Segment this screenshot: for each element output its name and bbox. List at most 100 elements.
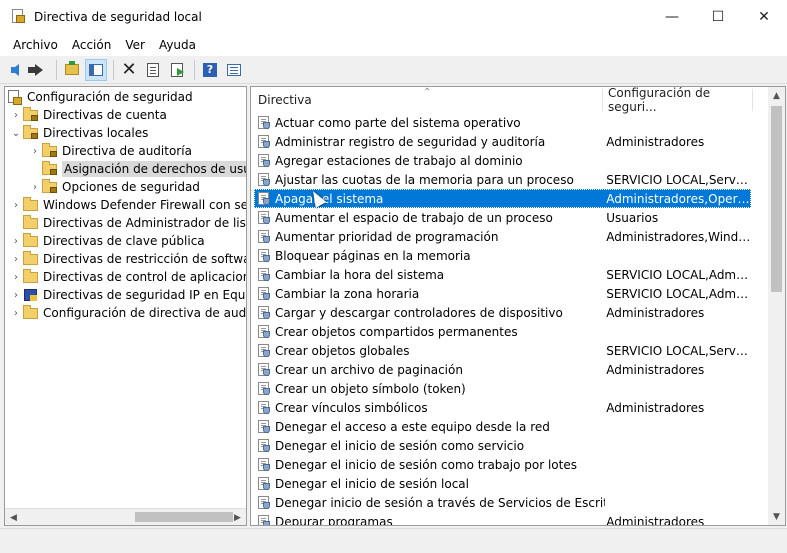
folder-icon	[23, 251, 39, 266]
policy-icon	[258, 134, 271, 149]
policy-row[interactable]: Aumentar prioridad de programación Admini…	[254, 227, 751, 246]
policy-row[interactable]: Cambiar la zona horaria SERVICIO LOCAL,Ad…	[254, 284, 751, 303]
tree-item-directivas-cuenta[interactable]: › Directivas de cuenta	[9, 106, 167, 124]
chevron-down-icon[interactable]: ⌄	[9, 128, 23, 139]
chevron-right-icon[interactable]: ›	[9, 200, 23, 211]
chevron-right-icon[interactable]: ›	[28, 182, 42, 193]
chevron-right-icon[interactable]: ›	[9, 254, 23, 265]
tree-item-control-aplicaciones[interactable]: › Directivas de control de aplicaciones	[9, 268, 246, 286]
policy-icon	[258, 153, 271, 168]
up-folder-icon	[65, 61, 79, 75]
policy-row[interactable]: Actuar como parte del sistema operativo	[254, 113, 751, 132]
chevron-right-icon[interactable]: ›	[9, 236, 23, 247]
show-hide-tree-button[interactable]	[85, 58, 107, 81]
policy-name: Crear un objeto símbolo (token)	[275, 381, 466, 396]
delete-button[interactable]: ✕	[118, 59, 140, 81]
tree-item-directiva-auditoria[interactable]: › Directiva de auditoría	[28, 142, 192, 160]
tree-item-auditoria-avanzada[interactable]: › Configuración de directiva de auditorí…	[9, 304, 246, 322]
column-divider[interactable]	[752, 89, 753, 111]
policy-icon	[258, 324, 271, 339]
tree-item-configuracion-seguridad[interactable]: Configuración de seguridad	[7, 88, 193, 106]
policy-name: Ajustar las cuotas de la memoria para un…	[275, 172, 574, 187]
tree-item-asignacion-derechos[interactable]: Asignación de derechos de usuario	[28, 160, 246, 178]
help-button[interactable]: ?	[199, 59, 221, 81]
folder-icon	[23, 269, 39, 284]
tree-item-windows-defender-firewall[interactable]: › Windows Defender Firewall con segurida…	[9, 196, 246, 214]
policy-row[interactable]: Crear un objeto símbolo (token)	[254, 379, 751, 398]
menu-archivo[interactable]: Archivo	[6, 34, 65, 56]
column-divider[interactable]	[602, 89, 603, 111]
policy-row[interactable]: Denegar inicio de sesión a través de Ser…	[254, 493, 751, 512]
security-settings-icon	[7, 90, 23, 105]
policy-row[interactable]: Administrar registro de seguridad y audi…	[254, 132, 751, 151]
forward-button[interactable]	[28, 59, 50, 81]
tree-item-opciones-seguridad[interactable]: › Opciones de seguridad	[28, 178, 200, 196]
policy-row[interactable]: Bloquear páginas en la memoria	[254, 246, 751, 265]
policy-row[interactable]: Depurar programas Administradores	[254, 512, 751, 525]
tree-item-directivas-locales[interactable]: ⌄ Directivas locales	[9, 124, 148, 142]
policy-row[interactable]: Aumentar el espacio de trabajo de un pro…	[254, 208, 751, 227]
help-icon: ?	[203, 62, 217, 77]
tree-item-restriccion-software[interactable]: › Directivas de restricción de software	[9, 250, 246, 268]
chevron-right-icon[interactable]: ›	[28, 146, 42, 157]
policy-row[interactable]: Agregar estaciones de trabajo al dominio	[254, 151, 751, 170]
chevron-right-icon[interactable]: ›	[9, 272, 23, 283]
tree-horizontal-scrollbar[interactable]: ◀ ▶	[5, 508, 246, 525]
column-header-configuracion[interactable]: Configuración de seguri...	[608, 87, 758, 114]
policy-row[interactable]: Crear objetos compartidos permanentes	[254, 322, 751, 341]
scroll-down-icon[interactable]: ▼	[768, 508, 785, 525]
menu-ver[interactable]: Ver	[118, 34, 152, 56]
policy-name: Crear objetos globales	[275, 343, 410, 358]
tree-item-administrador-listas-redes[interactable]: Directivas de Administrador de listas de…	[9, 214, 246, 232]
menu-accion[interactable]: Acción	[65, 34, 118, 56]
scrollbar-thumb[interactable]	[771, 106, 782, 292]
policy-setting: SERVICIO LOCAL,Servici...	[606, 343, 751, 358]
folder-lock-icon	[23, 107, 39, 122]
close-button[interactable]: ✕	[741, 0, 787, 34]
console-tree[interactable]: Configuración de seguridad › Directivas …	[4, 86, 247, 526]
list-vertical-scrollbar[interactable]: ▲ ▼	[768, 87, 785, 525]
policy-row[interactable]: Crear un archivo de paginación Administra…	[254, 360, 751, 379]
policy-row[interactable]: Denegar el inicio de sesión como servici…	[254, 436, 751, 455]
scroll-left-icon[interactable]: ◀	[5, 509, 22, 525]
status-bar	[0, 528, 787, 553]
menu-bar: Archivo Acción Ver Ayuda	[0, 34, 787, 56]
policy-icon	[258, 172, 271, 187]
policy-name: Actuar como parte del sistema operativo	[275, 115, 521, 130]
policy-icon	[258, 419, 271, 434]
policy-icon	[258, 210, 271, 225]
policy-row[interactable]: Crear vínculos simbólicos Administradores	[254, 398, 751, 417]
export-list-button[interactable]	[166, 59, 188, 81]
policy-row[interactable]: Apagar el sistema Administradores,Operad.…	[254, 189, 751, 208]
policy-name: Denegar inicio de sesión a través de Ser…	[275, 495, 605, 510]
policy-name: Cargar y descargar controladores de disp…	[275, 305, 563, 320]
policy-list[interactable]: ⌃ Directiva Configuración de seguri... A…	[250, 86, 786, 526]
back-button[interactable]	[4, 59, 26, 81]
scrollbar-thumb[interactable]	[135, 512, 233, 522]
action-pane-button[interactable]	[223, 59, 245, 81]
forward-icon	[28, 63, 43, 76]
minimize-button[interactable]: —	[649, 0, 695, 34]
policy-row[interactable]: Crear objetos globales SERVICIO LOCAL,Ser…	[254, 341, 751, 360]
scroll-up-icon[interactable]: ▲	[768, 87, 785, 104]
policy-row[interactable]: Denegar el inicio de sesión local	[254, 474, 751, 493]
column-header-directiva[interactable]: Directiva	[258, 87, 598, 113]
policy-name: Denegar el inicio de sesión como servici…	[275, 438, 525, 453]
tree-item-seguridad-ip[interactable]: › Directivas de seguridad IP en Equipo l…	[9, 286, 246, 304]
policy-row[interactable]: Cargar y descargar controladores de disp…	[254, 303, 751, 322]
scroll-right-icon[interactable]: ▶	[229, 509, 246, 525]
chevron-right-icon[interactable]: ›	[9, 308, 23, 319]
menu-ayuda[interactable]: Ayuda	[152, 34, 203, 56]
maximize-button[interactable]: ☐	[695, 0, 741, 34]
policy-row[interactable]: Denegar el acceso a este equipo desde la…	[254, 417, 751, 436]
tree-item-clave-publica[interactable]: › Directivas de clave pública	[9, 232, 205, 250]
chevron-right-icon[interactable]: ›	[9, 290, 23, 301]
policy-row[interactable]: Cambiar la hora del sistema SERVICIO LOCA…	[254, 265, 751, 284]
policy-row[interactable]: Denegar el inicio de sesión como trabajo…	[254, 455, 751, 474]
up-folder-button[interactable]	[61, 59, 83, 81]
export-list-icon	[171, 62, 184, 77]
chevron-right-icon[interactable]: ›	[9, 110, 23, 121]
folder-lock-icon	[23, 125, 39, 140]
policy-row[interactable]: Ajustar las cuotas de la memoria para un…	[254, 170, 751, 189]
properties-button[interactable]	[142, 59, 164, 81]
